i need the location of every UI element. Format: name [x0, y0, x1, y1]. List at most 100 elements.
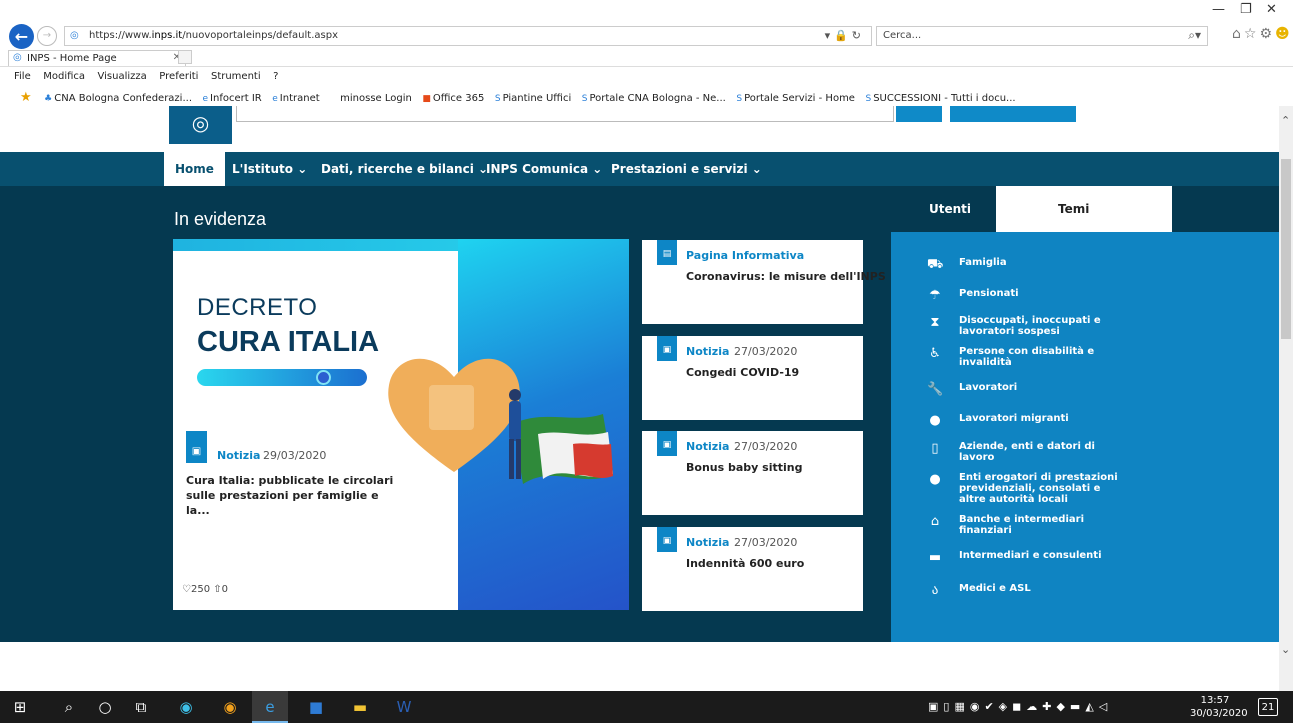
cortana-icon[interactable]: ○ [87, 691, 123, 723]
heart-icon[interactable]: ♡ [182, 584, 191, 595]
internet-explorer-icon[interactable]: e [252, 691, 288, 723]
fav-office365[interactable]: ■ Office 365 [422, 89, 484, 104]
url-tools[interactable]: ▾🔒↻ [825, 29, 865, 42]
hero-bar-knob [316, 370, 331, 385]
url-text: https://www.inps.it/nuovoportaleinps/def… [89, 30, 338, 41]
bank-icon: ⌂ [930, 514, 940, 529]
outlook-icon[interactable]: ■ [298, 691, 334, 723]
ie-icon: e [202, 94, 209, 104]
panel-tabs: Utenti Temi [891, 186, 1279, 232]
taskbar-search-icon[interactable]: ⌕ [51, 691, 87, 723]
hourglass-icon: ⧗ [930, 315, 940, 330]
news-card[interactable]: ▣ Notizia 27/03/2020 Congedi COVID-19 [642, 336, 863, 420]
site-search-button[interactable] [896, 106, 942, 122]
news-card[interactable]: ▣ Notizia 27/03/2020 Bonus baby sitting [642, 431, 863, 515]
clock[interactable]: 13:57 30/03/2020 [1190, 694, 1248, 720]
chevron-down-icon: ⌄ [751, 162, 762, 176]
featured-news-card[interactable]: ▣ Notizia 29/03/2020 Cura Italia: pubbli… [173, 429, 395, 610]
chrome-icon[interactable]: ◉ [212, 691, 248, 723]
card-date: 29/03/2020 [263, 449, 327, 462]
tab-temi[interactable]: Temi [996, 186, 1172, 232]
login-button[interactable] [950, 106, 1076, 122]
tab-utenti[interactable]: Utenti [891, 186, 996, 232]
news-card[interactable]: ▣ Notizia 27/03/2020 Indennità 600 euro [642, 527, 863, 611]
menu-bar: File Modifica Visualizza Preferiti Strum… [0, 66, 1293, 86]
edge-icon[interactable]: ◉ [168, 691, 204, 723]
hero-decorative-bar [197, 369, 367, 386]
highlights-section: In evidenza DECRETO CURA ITALIA ▣ Notizi… [0, 186, 891, 642]
favorites-star-button[interactable]: ★ [20, 86, 34, 105]
menu-strumenti[interactable]: Strumenti [211, 67, 261, 82]
news-card[interactable]: ▤ Pagina Informativa Coronavirus: le mis… [642, 240, 886, 324]
news-icon: ▣ [186, 431, 207, 463]
ie-icon: e [272, 94, 278, 104]
menu-file[interactable]: File [14, 67, 31, 82]
nav-comunica[interactable]: INPS Comunica ⌄ [486, 162, 602, 176]
nav-istituto[interactable]: L'Istituto ⌄ [232, 162, 307, 176]
site-icon: ◎ [70, 30, 79, 41]
card-title[interactable]: Cura Italia: pubblicate le circolari sul… [186, 473, 396, 518]
toolbar-icons[interactable]: ⌂☆⚙☻ [1232, 26, 1293, 42]
file-explorer-icon[interactable]: ▬ [342, 691, 378, 723]
nav-dati[interactable]: Dati, ricerche e bilanci ⌄ [321, 162, 488, 176]
fav-portale-servizi[interactable]: S Portale Servizi - Home [736, 89, 855, 104]
office-icon: ■ [422, 94, 431, 104]
stethoscope-icon: ა [931, 583, 939, 598]
scroll-down-icon[interactable]: ⌄ [1281, 643, 1290, 656]
tab-favicon-icon: ◎ [13, 52, 22, 63]
site-search-input[interactable] [236, 106, 894, 122]
task-view-icon[interactable]: ⧉ [123, 691, 159, 723]
fav-cna[interactable]: ♣ CNA Bologna Confederazi... [44, 89, 192, 104]
feedback-smiley-icon: ☻ [1275, 26, 1293, 42]
minimize-icon[interactable]: — [1212, 2, 1225, 17]
new-tab-button[interactable] [178, 50, 192, 64]
word-icon[interactable]: W [386, 691, 422, 723]
card-stats: ♡250 ⇧0 [182, 584, 228, 595]
browser-search-input[interactable]: Cerca... ⌕▾ [876, 26, 1208, 46]
back-button[interactable]: ← [9, 24, 34, 49]
browser-tab[interactable]: ◎ INPS - Home Page ✕ [8, 50, 186, 67]
fav-portale-cna[interactable]: S Portale CNA Bologna - Ne... [582, 89, 726, 104]
menu-help[interactable]: ? [273, 67, 278, 82]
settings-gear-icon: ⚙ [1259, 26, 1276, 42]
fav-intranet[interactable]: e Intranet [272, 89, 319, 104]
umbrella-icon: ☂ [929, 288, 941, 303]
menu-modifica[interactable]: Modifica [43, 67, 85, 82]
hero-card[interactable]: DECRETO CURA ITALIA ▣ Notizia 29/03/2020… [173, 239, 629, 610]
sharepoint-icon: S [736, 94, 743, 104]
nav-prestazioni[interactable]: Prestazioni e servizi ⌄ [611, 162, 762, 176]
restore-icon[interactable]: ❐ [1240, 2, 1252, 17]
hero-title-line2: CURA ITALIA [197, 326, 380, 358]
menu-visualizza[interactable]: Visualizza [98, 67, 147, 82]
fav-piantine[interactable]: S Piantine Uffici [495, 89, 571, 104]
news-icon: ▣ [657, 336, 677, 361]
scroll-thumb[interactable] [1281, 159, 1291, 339]
fav-successioni[interactable]: S SUCCESSIONI - Tutti i docu... [865, 89, 1015, 104]
likes-count: 250 [190, 584, 211, 595]
clock-time: 13:57 [1200, 695, 1230, 706]
cna-icon: ♣ [44, 94, 53, 104]
forward-button[interactable]: → [37, 26, 57, 46]
share-icon[interactable]: ⇧ [213, 584, 221, 595]
windows-start-icon[interactable]: ⊞ [2, 691, 38, 723]
fav-minosse[interactable]: minosse Login [340, 89, 412, 104]
vertical-scrollbar[interactable] [1279, 106, 1293, 691]
scroll-up-icon[interactable]: ⌃ [1281, 114, 1293, 127]
close-window-icon[interactable]: ✕ [1266, 2, 1277, 17]
search-icon[interactable]: ⌕▾ [1188, 28, 1201, 43]
menu-preferiti[interactable]: Preferiti [159, 67, 198, 82]
address-bar[interactable]: ◎ https://www.inps.it/nuovoportaleinps/d… [64, 26, 872, 46]
page-icon: ▤ [657, 240, 677, 265]
stroller-icon: ⛟ [927, 257, 944, 272]
fav-infocert[interactable]: e Infocert IR [203, 89, 262, 104]
wrench-icon: 🔧 [927, 382, 944, 397]
news-icon: ▣ [657, 527, 677, 552]
inps-logo[interactable]: ◎ [169, 106, 232, 144]
wheelchair-icon: ♿ [929, 346, 941, 361]
page-footer-area [0, 642, 1279, 691]
main-nav: Home L'Istituto ⌄ Dati, ricerche e bilan… [0, 152, 1279, 186]
notification-center-icon[interactable]: 21 [1258, 698, 1278, 716]
system-tray-icons[interactable]: ▣▯▦◉✔◈◼☁✚◆▬◭◁ [928, 700, 1112, 713]
clock-date: 30/03/2020 [1190, 708, 1248, 719]
nav-home[interactable]: Home [164, 152, 225, 186]
